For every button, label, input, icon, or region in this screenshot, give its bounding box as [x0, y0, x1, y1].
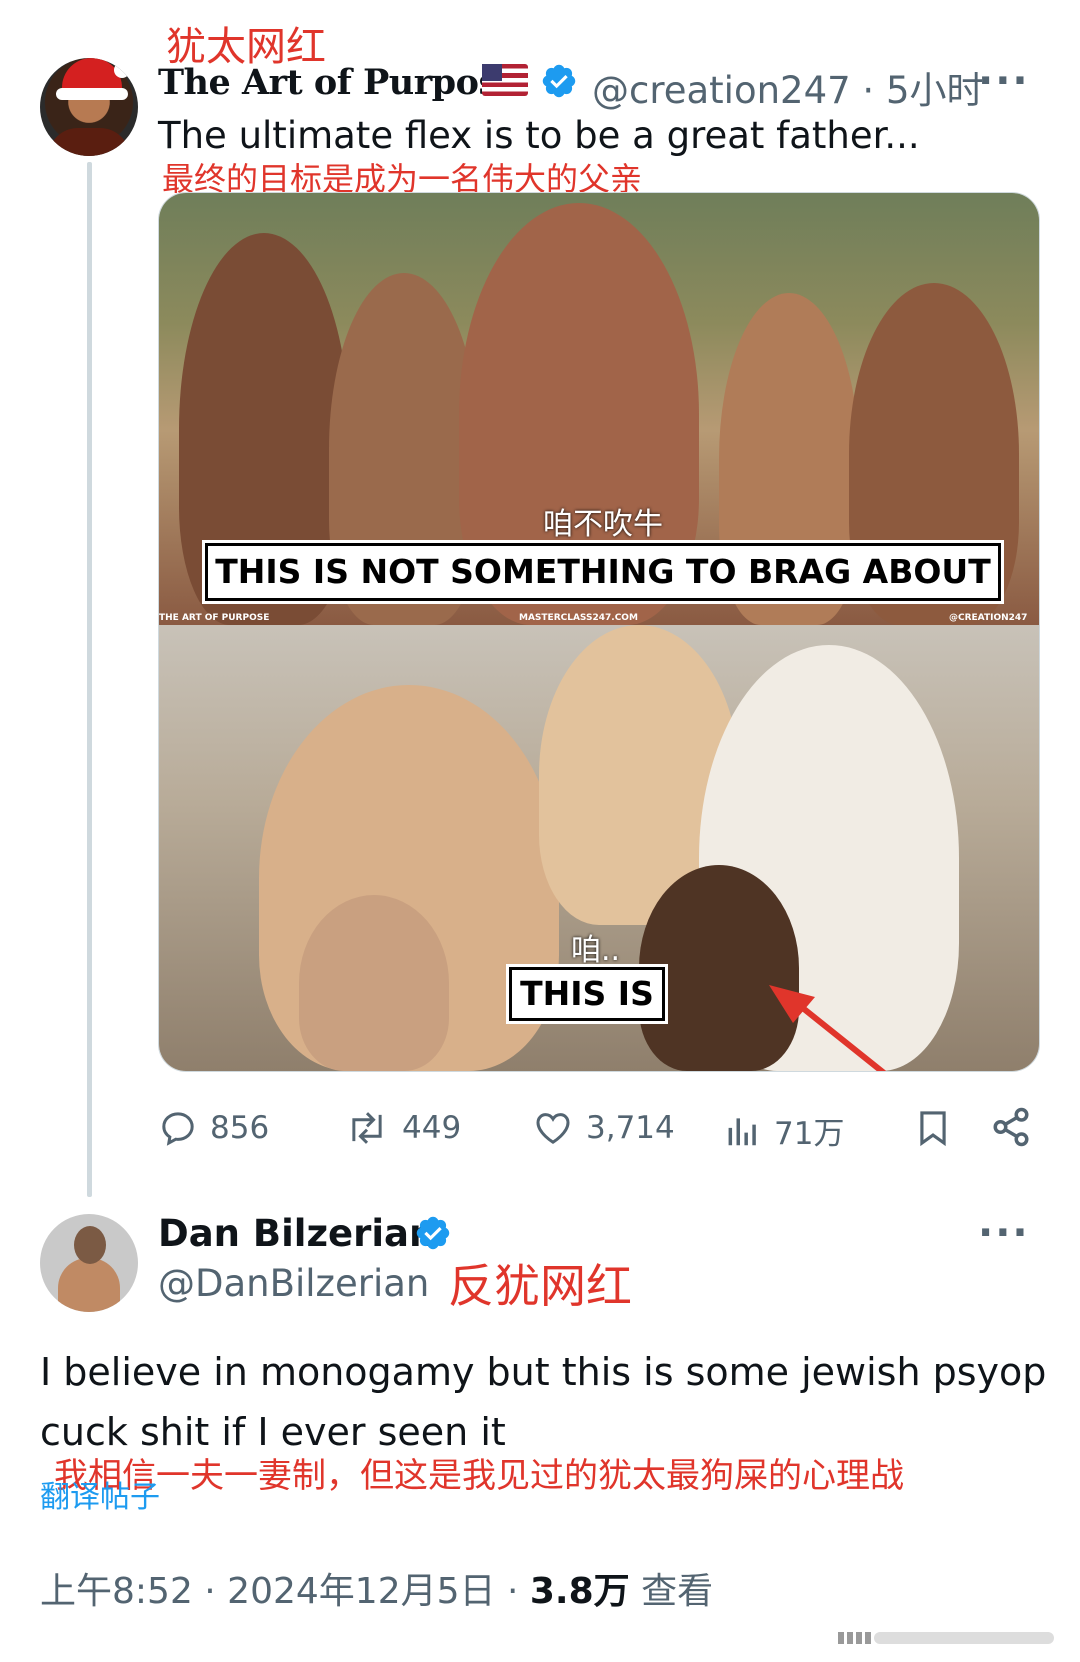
watermark-left: THE ART OF PURPOSE — [159, 613, 270, 623]
annotation-reply-translation: 我相信一夫一妻制，但这是我见过的犹太最狗屎的心理战 — [54, 1456, 904, 1496]
heart-icon — [532, 1108, 574, 1148]
watermark-right: @CREATION247 — [949, 613, 1028, 623]
tweet-media-image[interactable]: 咱不吹牛 THIS IS NOT SOMETHING TO BRAG ABOUT… — [158, 192, 1040, 1072]
annotation-tag-reply: 反犹网红 — [448, 1259, 632, 1313]
media-top-photo: 咱不吹牛 THIS IS NOT SOMETHING TO BRAG ABOUT… — [159, 193, 1039, 625]
bookmark-icon[interactable] — [914, 1106, 952, 1154]
verified-badge-icon — [540, 62, 578, 104]
media-caption-bottom: THIS IS — [506, 964, 668, 1024]
retweet-button[interactable]: 449 — [344, 1108, 461, 1148]
author-name[interactable]: The Art of Purpose — [158, 62, 520, 103]
reply-icon — [158, 1108, 198, 1148]
red-arrow-annotation — [769, 985, 887, 1071]
media-subtitle-top: 咱不吹牛 — [543, 507, 663, 542]
reply-author-name[interactable]: Dan Bilzerian — [158, 1212, 435, 1255]
thread-connector-line — [87, 162, 92, 1197]
avatar[interactable] — [40, 1214, 138, 1312]
reply-text-line-1: I believe in monogamy but this is some j… — [40, 1350, 1047, 1394]
watermark-logo — [838, 1632, 1054, 1644]
retweet-icon — [344, 1108, 390, 1148]
reply-author-handle[interactable]: @DanBilzerian — [158, 1262, 429, 1305]
media-bottom-photo: 咱.. THIS IS — [159, 625, 1039, 1071]
reply-count: 856 — [210, 1110, 270, 1146]
retweet-count: 449 — [402, 1110, 462, 1146]
analytics-icon — [724, 1111, 762, 1151]
media-caption-top: THIS IS NOT SOMETHING TO BRAG ABOUT — [202, 540, 1004, 604]
like-button[interactable]: 3,714 — [532, 1108, 675, 1148]
watermark-center: MASTERCLASS247.COM — [519, 613, 638, 623]
more-options-icon[interactable]: ··· — [978, 1210, 1030, 1256]
views-count: 71万 — [774, 1116, 845, 1152]
share-icon[interactable] — [990, 1106, 1032, 1152]
media-subtitle-bottom: 咱.. — [571, 933, 621, 968]
author-handle-and-time[interactable]: @creation247 · 5小时 — [592, 60, 984, 114]
translate-post-link[interactable]: 翻译帖子 — [40, 1472, 160, 1516]
more-options-icon[interactable]: ··· — [978, 58, 1030, 104]
tweet-text: The ultimate flex is to be a great fathe… — [158, 114, 920, 157]
like-count: 3,714 — [586, 1110, 675, 1146]
us-flag-icon — [482, 64, 528, 96]
views-button[interactable]: 71万 — [724, 1108, 844, 1153]
reply-button[interactable]: 856 — [158, 1108, 269, 1148]
verified-badge-icon — [414, 1214, 452, 1256]
post-timestamp-and-views: 上午8:52 · 2024年12月5日 · 3.8万 查看 — [40, 1571, 714, 1612]
avatar[interactable] — [40, 58, 138, 156]
